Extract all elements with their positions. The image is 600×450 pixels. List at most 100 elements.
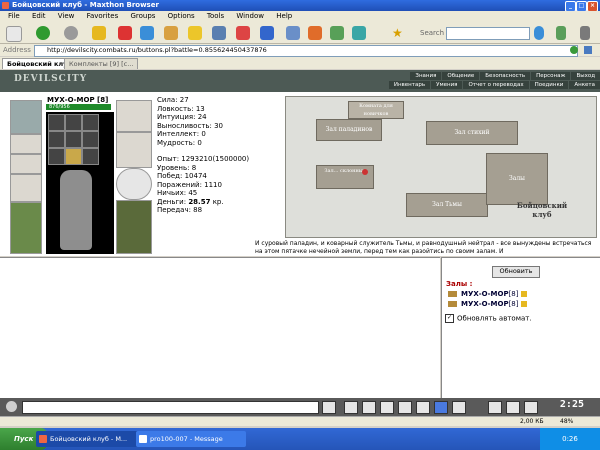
nav-skills[interactable]: Умения: [431, 81, 463, 89]
address-input[interactable]: http://devilscity.combats.ru/buttons.pl?…: [34, 45, 578, 57]
map-building-halls[interactable]: Залы: [486, 153, 548, 205]
inventory-slot[interactable]: [65, 131, 82, 148]
music-icon[interactable]: [434, 401, 448, 414]
inventory-slot[interactable]: [82, 148, 99, 165]
refresh-button[interactable]: Обновить: [492, 266, 540, 278]
menu-edit[interactable]: Edit: [32, 12, 46, 20]
folder-icon[interactable]: [330, 26, 344, 40]
window-icon[interactable]: [286, 26, 300, 40]
filter-icon[interactable]: [362, 401, 376, 414]
system-tray: 0:26: [540, 428, 600, 450]
menu-file[interactable]: File: [8, 12, 20, 20]
nav-security[interactable]: Безопасность: [480, 72, 531, 80]
send-icon[interactable]: [322, 401, 336, 414]
online-user[interactable]: МУХ-О-МОР[8]: [448, 300, 527, 308]
info-icon: [520, 291, 527, 297]
map-building-darkness[interactable]: Зал Тьмы: [406, 193, 488, 217]
search-go-icon[interactable]: [534, 26, 544, 40]
scroll-icon[interactable]: [488, 401, 502, 414]
task-fight-club[interactable]: Бойцовский клуб - M...: [36, 431, 146, 447]
inventory-slot[interactable]: [48, 131, 65, 148]
earrings-slot[interactable]: [10, 134, 42, 154]
weapon-slot[interactable]: [10, 174, 42, 202]
skin-icon[interactable]: [352, 26, 366, 40]
menu-options[interactable]: Options: [168, 12, 195, 20]
online-user[interactable]: МУХ-О-МОР[8]: [448, 290, 527, 298]
toolbar-more-icon[interactable]: [580, 26, 590, 40]
forward-icon[interactable]: [64, 26, 78, 40]
menu-groups[interactable]: Groups: [130, 12, 155, 20]
shield-slot[interactable]: [116, 168, 152, 200]
browser-toolbar: ★ Search: [0, 22, 600, 44]
new-page-icon[interactable]: [6, 26, 22, 42]
chat-mode-icon[interactable]: [6, 401, 17, 412]
undo-icon[interactable]: [260, 26, 274, 40]
favorites-icon[interactable]: [188, 26, 202, 40]
auto-refresh-option[interactable]: ✓ Обновлять автомат.: [445, 314, 532, 323]
hand-icon[interactable]: [416, 401, 430, 414]
menu-tools[interactable]: Tools: [207, 12, 224, 20]
map-building-newbies[interactable]: Комната для новичков: [348, 101, 404, 119]
translit-icon[interactable]: [452, 401, 466, 414]
smiles-icon[interactable]: [380, 401, 394, 414]
location-description: И суровый паладин, и коварный служитель …: [255, 240, 592, 255]
inventory-slot[interactable]: [82, 114, 99, 131]
star-icon[interactable]: ★: [392, 26, 403, 40]
necklace-slot[interactable]: [10, 154, 42, 174]
nav-duels[interactable]: Поединки: [529, 81, 569, 89]
menu-window[interactable]: Window: [236, 12, 264, 20]
menu-help[interactable]: Help: [276, 12, 292, 20]
nav-transfer-report[interactable]: Отчет о переводах: [463, 81, 529, 89]
stat-intuition: Интуиция: 24: [157, 113, 207, 121]
map-building-elements[interactable]: Зал стихий: [426, 121, 518, 145]
rings-slot[interactable]: [116, 132, 152, 168]
inventory-quick-icon[interactable]: [506, 401, 520, 414]
fight-icon[interactable]: [398, 401, 412, 414]
inventory-slot[interactable]: [48, 148, 65, 165]
clear-icon[interactable]: [344, 401, 358, 414]
nav-exit[interactable]: Выход: [571, 72, 600, 80]
refresh-icon[interactable]: [140, 26, 154, 40]
nav-character[interactable]: Персонаж: [531, 72, 571, 80]
up-icon[interactable]: [92, 26, 106, 40]
address-menu-icon[interactable]: [584, 46, 592, 54]
home-icon[interactable]: [164, 26, 178, 40]
auto-refresh-checkbox[interactable]: ✓: [445, 314, 454, 323]
search-input[interactable]: [446, 27, 530, 40]
nav-knowledge[interactable]: Знания: [410, 72, 442, 80]
menu-view[interactable]: View: [58, 12, 75, 20]
sub-nav: Инвентарь Умения Отчет о переводах Поеди…: [388, 81, 600, 89]
stop-icon[interactable]: [118, 26, 132, 40]
pants-slot[interactable]: [116, 200, 152, 254]
inventory-slot[interactable]: [82, 131, 99, 148]
back-icon[interactable]: [36, 26, 50, 40]
online-list-panel: Обновить Залы : МУХ-О-МОР[8] МУХ-О-МОР[8…: [441, 257, 600, 398]
chat-window[interactable]: [0, 257, 440, 398]
pm-icon[interactable]: [524, 401, 538, 414]
chat-input[interactable]: [22, 401, 319, 414]
inventory-slot[interactable]: [65, 148, 82, 165]
nav-communication[interactable]: Общение: [442, 72, 480, 80]
menu-favorites[interactable]: Favorites: [87, 12, 119, 20]
groups-icon[interactable]: [212, 26, 226, 40]
tray-clock: 0:26: [562, 435, 578, 443]
devilscity-logo: DEVILSCITY: [14, 74, 88, 84]
map-building-paladins[interactable]: Зал паладинов: [316, 119, 382, 141]
inventory-slot[interactable]: [48, 114, 65, 131]
go-icon[interactable]: [570, 46, 578, 54]
nav-profile[interactable]: Анкета: [569, 81, 600, 89]
game-header: DEVILSCITY Знания Общение Безопасность П…: [0, 70, 600, 92]
window-titlebar: Бойцовский клуб - Maxthon Browser _ □ ×: [0, 0, 600, 12]
mail-icon[interactable]: [236, 26, 250, 40]
stat-level: Уровень: 8: [157, 163, 197, 172]
stat-endurance: Выносливость: 30: [157, 121, 224, 130]
tab-kits[interactable]: Комплекты [9] [c...: [64, 58, 139, 69]
task-message[interactable]: pro100-007 - Message: [136, 431, 246, 447]
gloves-slot[interactable]: [116, 100, 152, 132]
helmet-slot[interactable]: [10, 100, 42, 134]
nav-inventory[interactable]: Инвентарь: [388, 81, 431, 89]
inventory-slot[interactable]: [65, 114, 82, 131]
armor-slot[interactable]: [10, 202, 42, 254]
translate-icon[interactable]: [556, 26, 566, 40]
proxy-icon[interactable]: [308, 26, 322, 40]
